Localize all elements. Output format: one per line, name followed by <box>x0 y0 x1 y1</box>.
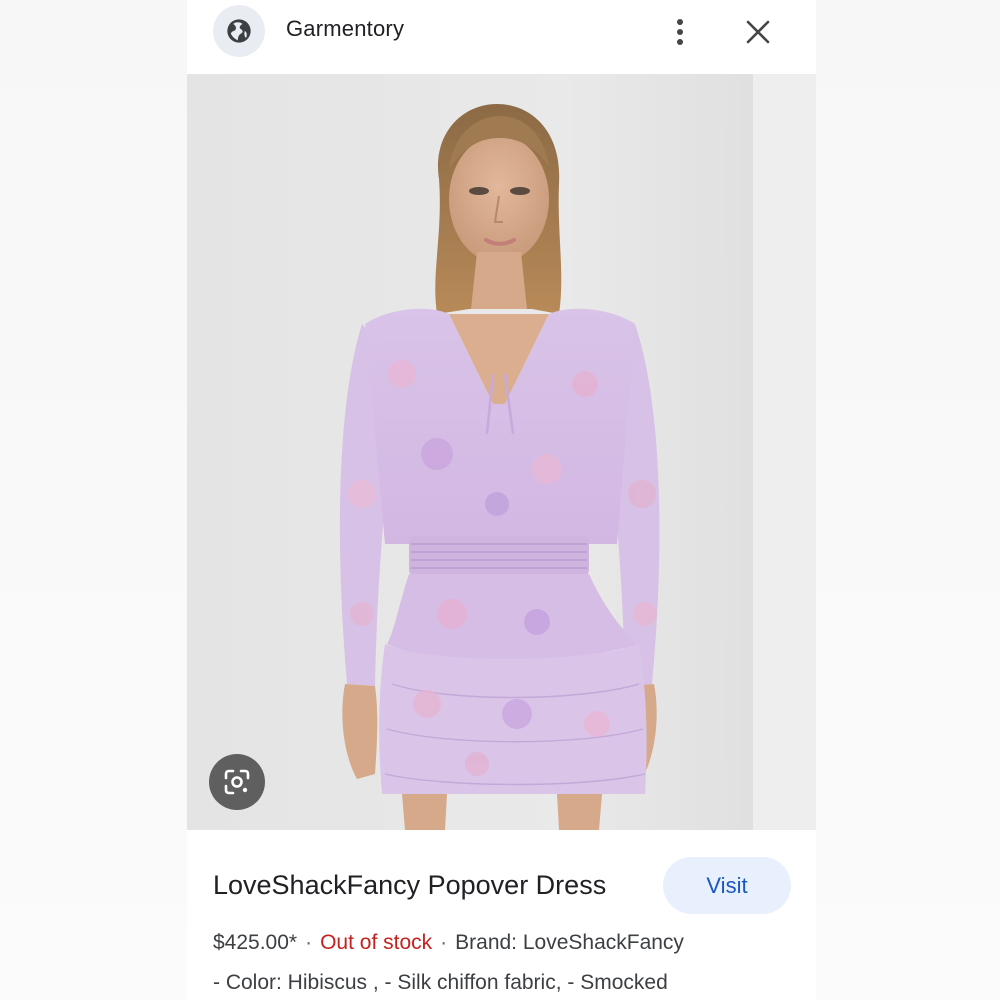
product-photo <box>187 74 816 830</box>
product-description: - Color: Hibiscus , - Silk chiffon fabri… <box>213 971 668 994</box>
background-right <box>816 0 1000 1000</box>
visit-button[interactable]: Visit <box>663 857 791 914</box>
panel-header: Garmentory <box>187 0 816 74</box>
product-image[interactable] <box>187 74 816 830</box>
background-left <box>0 0 187 1000</box>
product-meta: $425.00* · Out of stock · Brand: LoveShackFa… <box>213 931 684 955</box>
stock-status: Out of stock <box>320 931 433 954</box>
globe-icon <box>213 5 265 57</box>
google-lens-icon[interactable] <box>209 754 265 810</box>
result-panel: Garmentory LoveShackFancy Popover Dress … <box>187 0 816 1000</box>
site-name[interactable]: Garmentory <box>286 16 404 42</box>
product-info: LoveShackFancy Popover Dress Visit $425.… <box>187 830 816 1000</box>
separator-dot: · <box>305 931 313 954</box>
product-title[interactable]: LoveShackFancy Popover Dress <box>213 870 606 901</box>
more-vert-icon[interactable] <box>665 14 695 50</box>
separator-dot: · <box>440 931 448 954</box>
product-brand: Brand: LoveShackFancy <box>455 931 684 954</box>
product-price: $425.00* <box>213 931 298 954</box>
close-icon[interactable] <box>741 14 775 50</box>
